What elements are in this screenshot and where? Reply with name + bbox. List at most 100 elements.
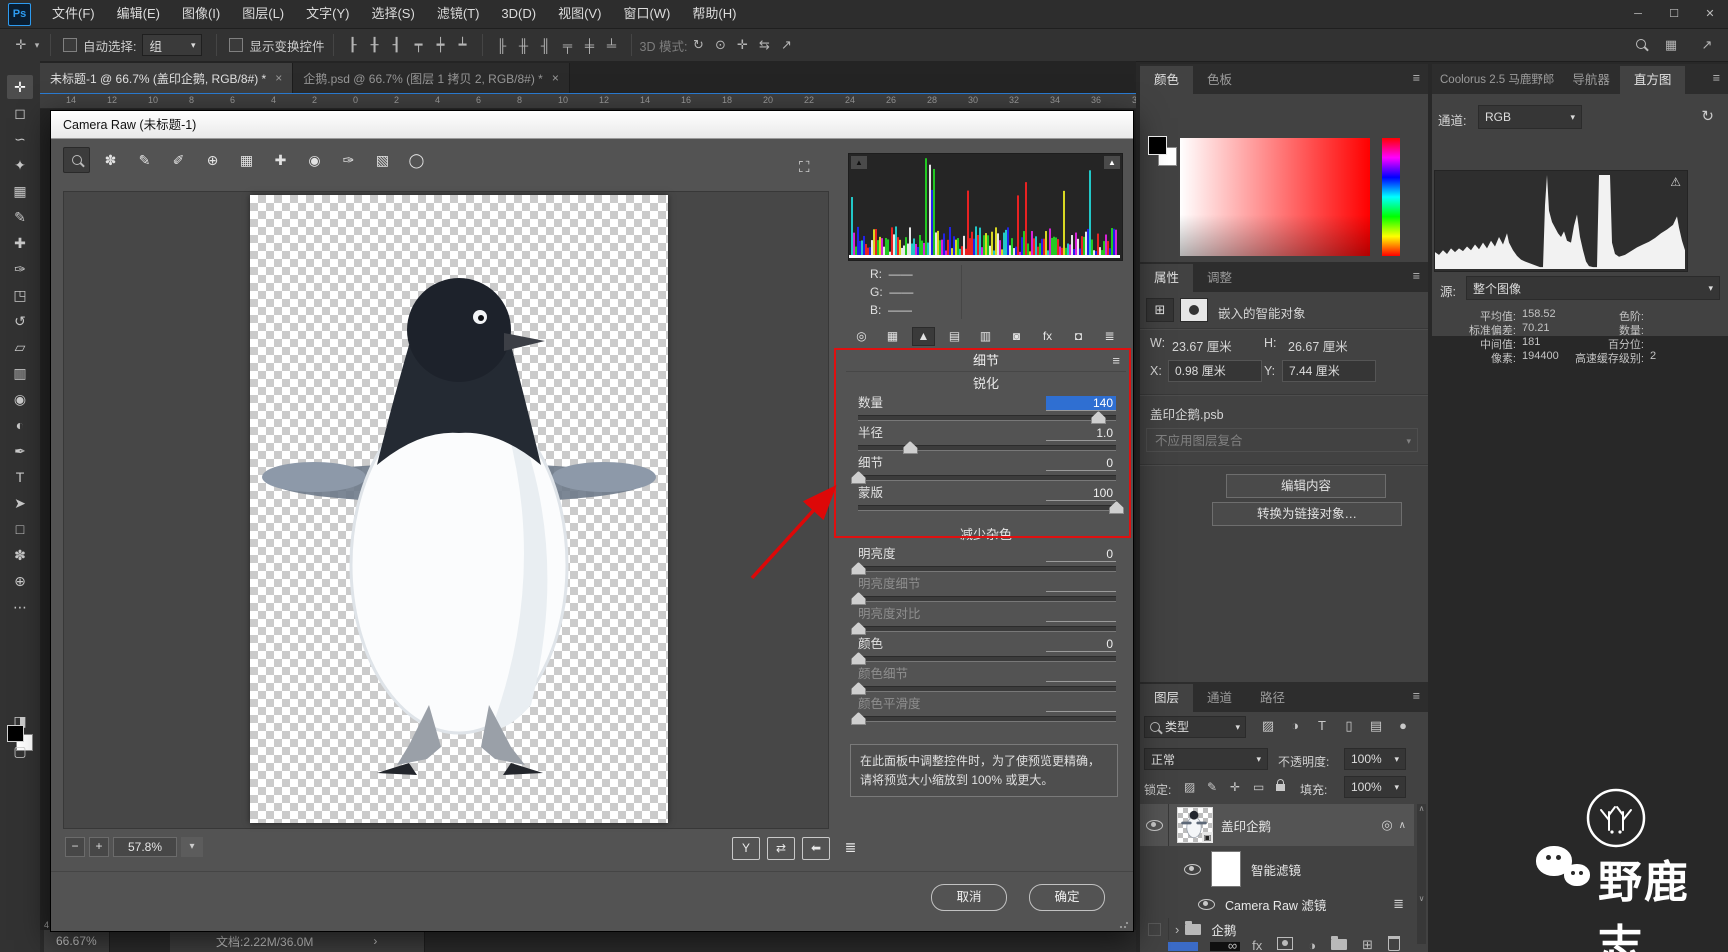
align-icon[interactable]: ┯ <box>408 37 430 53</box>
zoom-level-value[interactable]: 57.8% <box>113 837 177 857</box>
adjustment-layer-icon[interactable]: ◑ <box>1308 938 1316 952</box>
eye-icon[interactable] <box>1146 820 1163 831</box>
minimize-button[interactable]: ─ <box>1620 0 1656 28</box>
source-dropdown[interactable]: 整个图像▾ <box>1466 276 1720 300</box>
detail-tab[interactable]: ▲ <box>912 327 935 346</box>
opacity-dropdown[interactable]: 100%▾ <box>1344 748 1406 770</box>
before-after-button[interactable]: Y <box>732 837 760 860</box>
radial-filter-tool[interactable]: ◯ <box>403 147 430 173</box>
preview-settings-button[interactable]: ≣ <box>837 837 863 858</box>
slider-value[interactable] <box>1046 621 1116 622</box>
foreground-color-swatch[interactable] <box>1148 136 1167 155</box>
close-button[interactable]: ✕ <box>1692 0 1728 28</box>
slider-value[interactable]: 140 <box>1046 396 1116 411</box>
menu-item[interactable]: 图层(L) <box>231 0 295 28</box>
panel-menu-icon[interactable]: ≡ <box>1112 351 1120 371</box>
brush-tool[interactable]: ✑ <box>7 257 33 281</box>
lock-paint-icon[interactable]: ✎ <box>1207 780 1217 794</box>
resize-grip[interactable] <box>1119 919 1129 929</box>
tab-color[interactable]: 颜色 <box>1140 66 1193 94</box>
new-group-icon[interactable] <box>1331 938 1347 952</box>
doc-tab-penguin-psd[interactable]: 企鹅.psd @ 66.7% (图层 1 拷贝 2, RGB/8#) * × <box>293 63 570 93</box>
slider-value[interactable]: 0 <box>1046 456 1116 471</box>
camera-calibration-tab[interactable]: ◘ <box>1067 327 1090 346</box>
doc-info-field[interactable]: 文档:2.22M/36.0M › <box>170 930 425 952</box>
expand-group-icon[interactable]: › <box>1175 922 1179 937</box>
hand-tool[interactable]: ✽ <box>7 543 33 567</box>
slider-handle[interactable] <box>851 712 866 725</box>
red-eye-tool[interactable]: ◉ <box>301 147 328 173</box>
targeted-adjustment-tool[interactable]: ⊕ <box>199 147 226 173</box>
tab-adjustments[interactable]: 调整 <box>1193 264 1246 292</box>
menu-item[interactable]: 3D(D) <box>490 0 547 28</box>
tab-coolorus[interactable]: Coolorus 2.5 马鹿野郎 <box>1432 66 1562 94</box>
history-brush-tool[interactable]: ↺ <box>7 309 33 333</box>
effects-tab[interactable]: fx <box>1036 327 1059 346</box>
lock-position-icon[interactable]: ✛ <box>1230 780 1240 794</box>
distribute-icon[interactable]: ╫ <box>513 38 535 53</box>
zoom-level-field[interactable]: 66.67% <box>44 930 110 952</box>
transform-tool[interactable]: ▦ <box>233 147 260 173</box>
foreground-color-swatch[interactable] <box>7 725 24 742</box>
menu-item[interactable]: 文字(Y) <box>295 0 360 28</box>
tab-properties[interactable]: 属性 <box>1140 264 1193 292</box>
share-icon[interactable]: ↗ <box>1696 37 1718 53</box>
fullscreen-toggle-icon[interactable]: ⛶ <box>799 159 810 176</box>
threed-icon[interactable]: ↻ <box>687 37 709 53</box>
rectangle-tool[interactable]: □ <box>7 517 33 541</box>
tone-curve-tab[interactable]: ▦ <box>881 327 904 346</box>
layer-thumbnail[interactable]: ▣ <box>1177 807 1213 843</box>
menu-item[interactable]: 文件(F) <box>41 0 106 28</box>
close-tab-icon[interactable]: × <box>552 71 559 85</box>
lasso-tool[interactable]: ∽ <box>7 127 33 151</box>
quick-selection-tool[interactable]: ✦ <box>7 153 33 177</box>
slider-value[interactable]: 0 <box>1046 637 1116 652</box>
zoom-dropdown-icon[interactable]: ▾ <box>181 837 203 857</box>
menu-item[interactable]: 滤镜(T) <box>426 0 491 28</box>
threed-icon[interactable]: ⇆ <box>753 37 775 53</box>
zoom-tool[interactable]: ⊕ <box>7 569 33 593</box>
lock-all-icon[interactable] <box>1276 780 1285 794</box>
hue-strip[interactable] <box>1382 138 1400 256</box>
show-transform-checkbox[interactable] <box>229 38 243 52</box>
cached-data-warning-icon[interactable]: ⚠ <box>1670 175 1681 189</box>
menu-item[interactable]: 图像(I) <box>171 0 231 28</box>
menu-item[interactable]: 帮助(H) <box>681 0 747 28</box>
filter-blend-options-icon[interactable]: ≣ <box>1393 896 1404 912</box>
slider-value[interactable]: 1.0 <box>1046 426 1116 441</box>
search-icon[interactable] <box>1636 38 1646 52</box>
threed-icon[interactable]: ✛ <box>731 37 753 53</box>
align-icon[interactable]: ┨ <box>386 37 408 53</box>
menu-item[interactable]: 选择(S) <box>360 0 425 28</box>
threed-icon[interactable]: ↗ <box>775 37 797 53</box>
white-balance-tool[interactable]: ✎ <box>131 147 158 173</box>
filter-mask-thumbnail[interactable] <box>1211 851 1241 887</box>
menu-item[interactable]: 窗口(W) <box>612 0 681 28</box>
slider-track[interactable] <box>858 445 1116 451</box>
slider-handle[interactable] <box>851 562 866 575</box>
menu-item[interactable]: 视图(V) <box>547 0 612 28</box>
layer-row-smart-filters[interactable]: 智能滤镜 <box>1140 848 1414 890</box>
threed-icon[interactable]: ⊙ <box>709 37 731 53</box>
slider-handle[interactable] <box>851 682 866 695</box>
align-icon[interactable]: ┠ <box>342 37 364 53</box>
clone-stamp-tool[interactable]: ◳ <box>7 283 33 307</box>
eye-icon[interactable] <box>1198 899 1215 910</box>
smart-object-filter-icon[interactable]: ▤ <box>1364 718 1388 734</box>
filter-toggle-icon[interactable]: ● <box>1391 718 1415 733</box>
lock-transparency-icon[interactable]: ▨ <box>1184 780 1195 794</box>
tab-histogram[interactable]: 直方图 <box>1620 66 1686 94</box>
distribute-icon[interactable]: ╧ <box>601 38 623 53</box>
tab-layers[interactable]: 图层 <box>1140 684 1193 712</box>
align-icon[interactable]: ╂ <box>364 37 386 53</box>
blend-mode-dropdown[interactable]: 正常▾ <box>1144 748 1268 770</box>
zoom-in-button[interactable]: + <box>89 837 109 857</box>
slider-track[interactable] <box>858 686 1116 692</box>
channel-dropdown[interactable]: RGB▾ <box>1478 105 1582 129</box>
presets-tab[interactable]: ≣ <box>1098 327 1121 346</box>
copy-settings-button[interactable]: ⬅ <box>802 837 830 860</box>
delete-layer-icon[interactable] <box>1388 936 1400 952</box>
pen-tool[interactable]: ✒ <box>7 439 33 463</box>
eye-off-box[interactable] <box>1148 923 1161 936</box>
panel-menu-icon[interactable]: ≡ <box>1413 269 1420 283</box>
